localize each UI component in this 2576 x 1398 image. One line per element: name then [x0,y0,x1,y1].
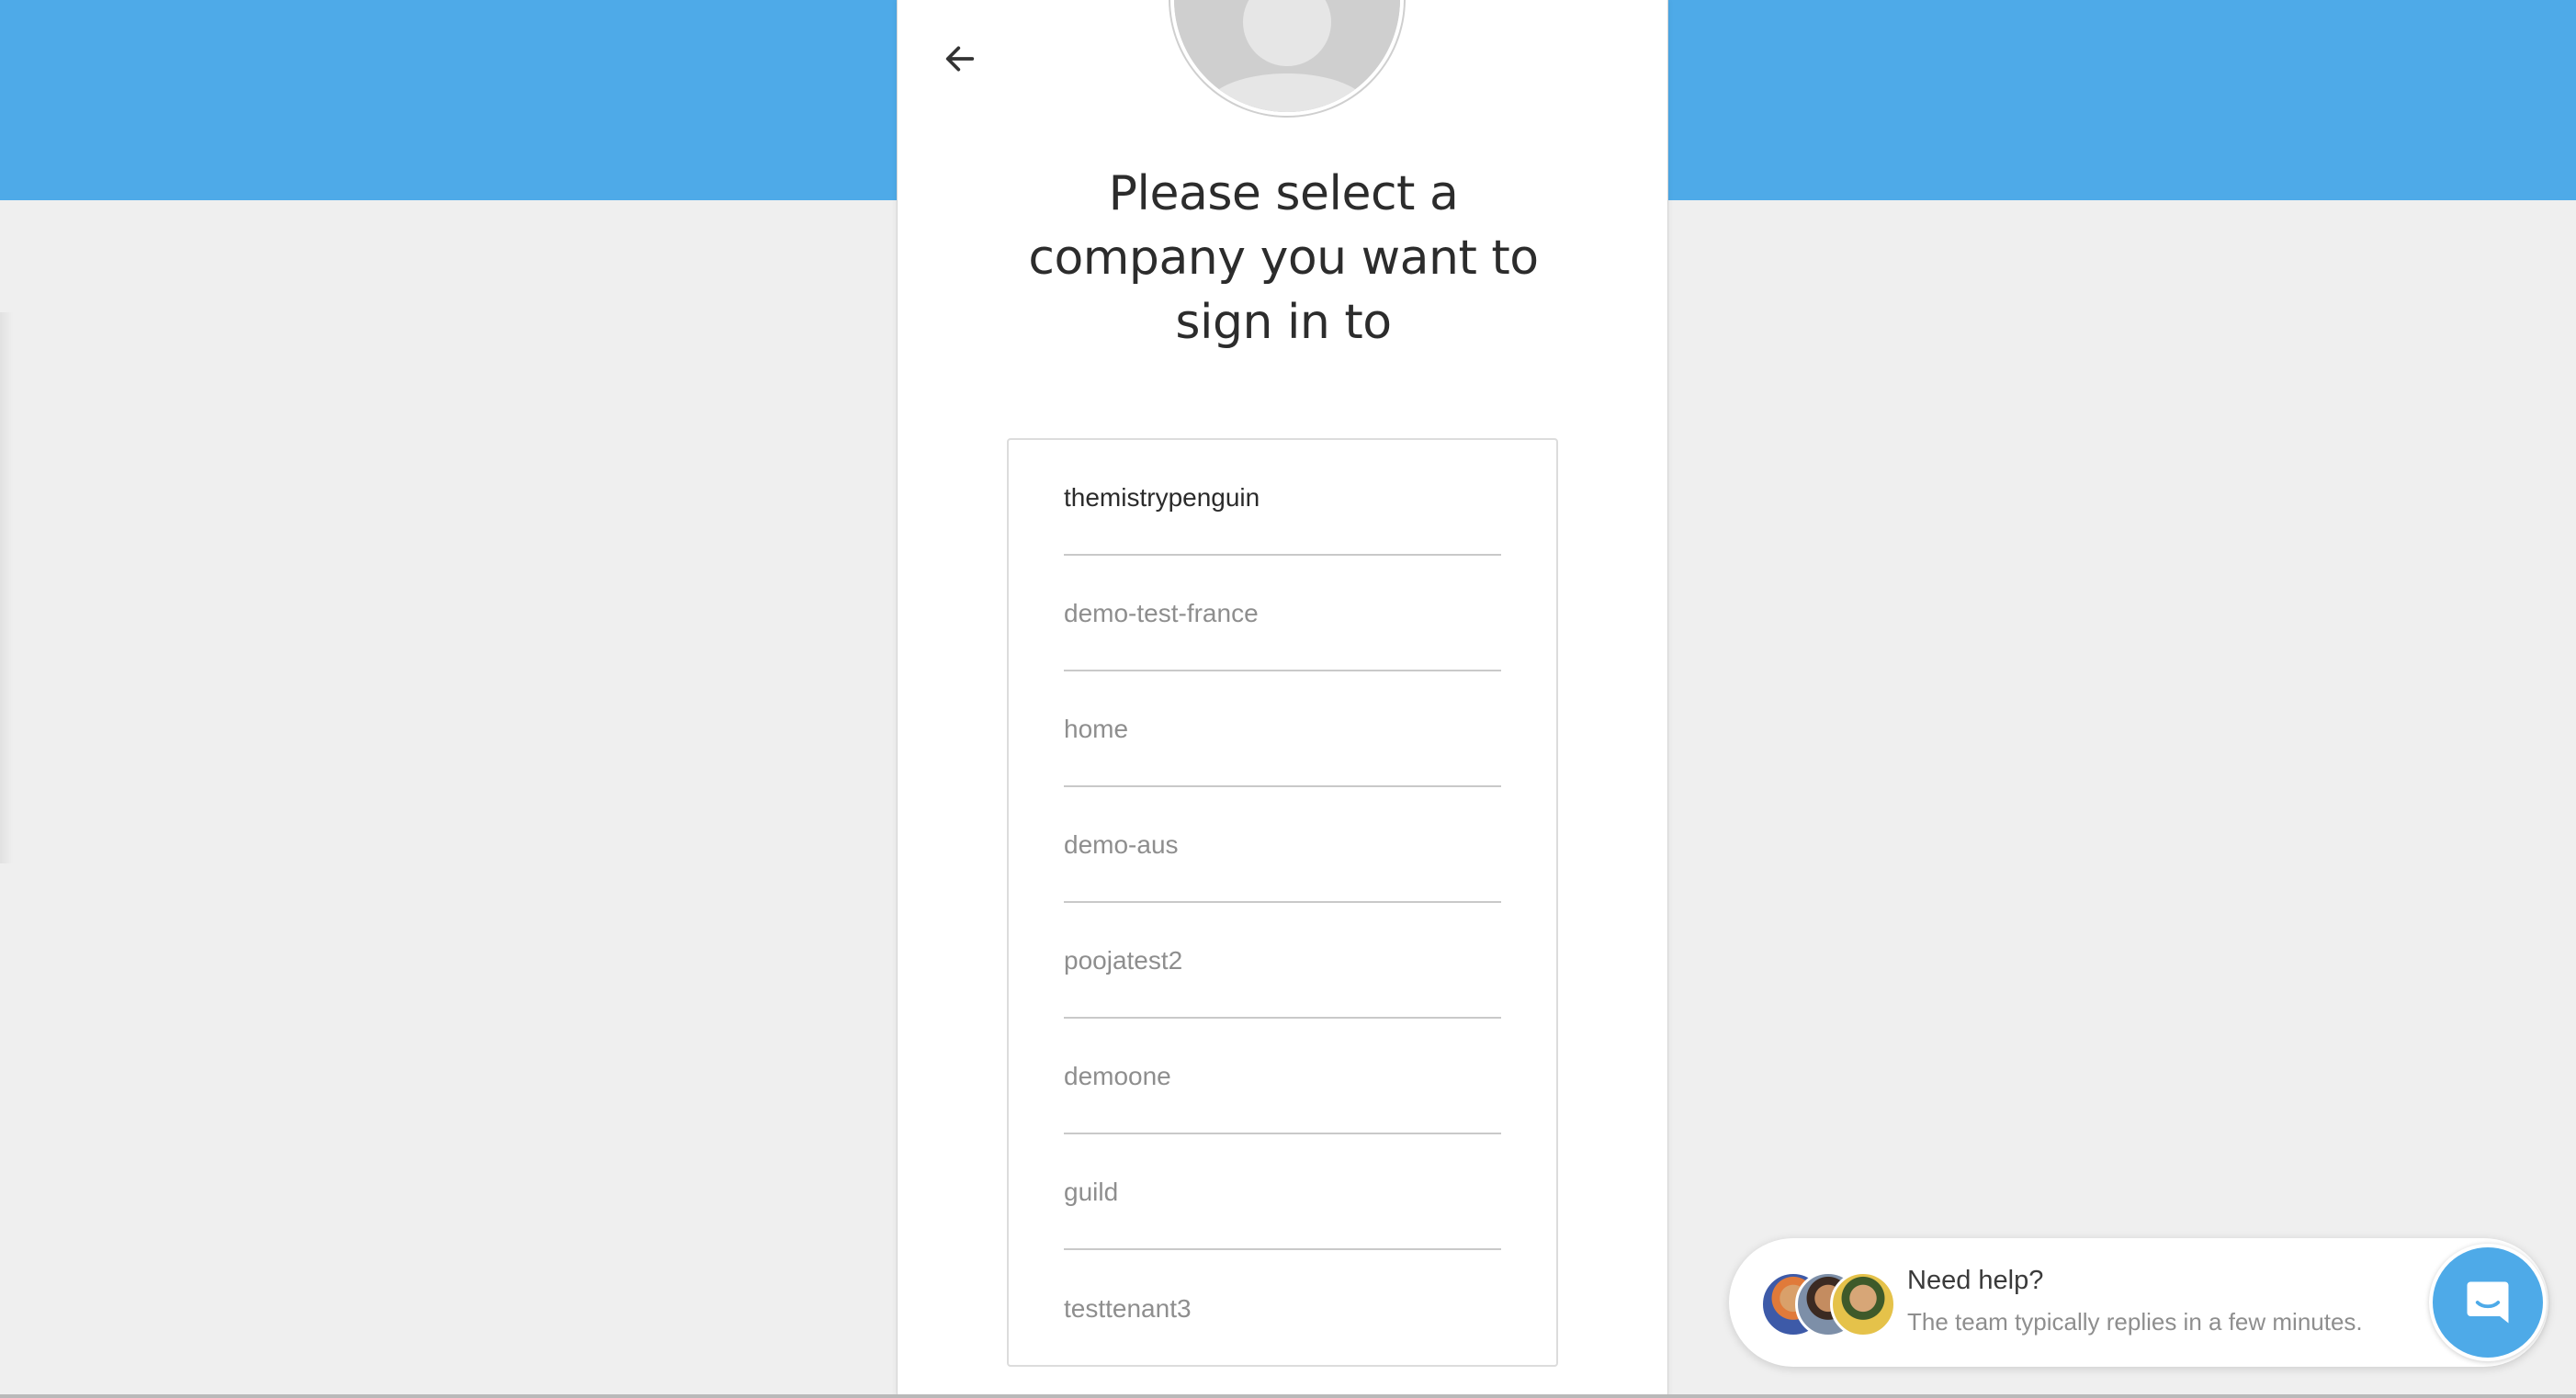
help-widget[interactable]: Need help? The team typically replies in… [1729,1238,2548,1367]
company-list: themistrypenguin demo-test-france home d… [1007,438,1558,1367]
help-title: Need help? [1907,1266,2044,1295]
chat-bubble-icon [2467,1281,2509,1324]
page-title-line-3: sign in to [1175,295,1392,350]
company-option-themistrypenguin[interactable]: themistrypenguin [1064,442,1501,556]
company-option-testtenant3[interactable]: testtenant3 [1064,1252,1501,1365]
page-title: Please select a company you want to sign… [953,162,1614,355]
arrow-left-icon [945,46,975,72]
company-option-guild[interactable]: guild [1064,1136,1501,1250]
page: Please select a company you want to sign… [0,0,2576,1398]
chat-launcher-button[interactable] [2429,1244,2547,1361]
page-title-line-2: company you want to [1028,231,1539,286]
company-option-poojatest2[interactable]: poojatest2 [1064,905,1501,1019]
company-option-home[interactable]: home [1064,673,1501,787]
help-subtitle: The team typically replies in a few minu… [1907,1308,2363,1336]
left-edge-shadow [0,312,13,863]
company-option-demo-aus[interactable]: demo-aus [1064,789,1501,903]
company-option-demo-test-france[interactable]: demo-test-france [1064,558,1501,671]
bottom-divider [0,1394,2576,1398]
company-option-demoone[interactable]: demoone [1064,1020,1501,1134]
team-avatars [1760,1271,1898,1337]
back-button[interactable] [934,33,986,85]
page-title-line-1: Please select a [1108,166,1459,221]
avatar [1170,0,1404,116]
team-avatar-3 [1830,1271,1896,1337]
user-placeholder-icon [1174,0,1400,112]
company-select-card: Please select a company you want to sign… [897,0,1668,1398]
